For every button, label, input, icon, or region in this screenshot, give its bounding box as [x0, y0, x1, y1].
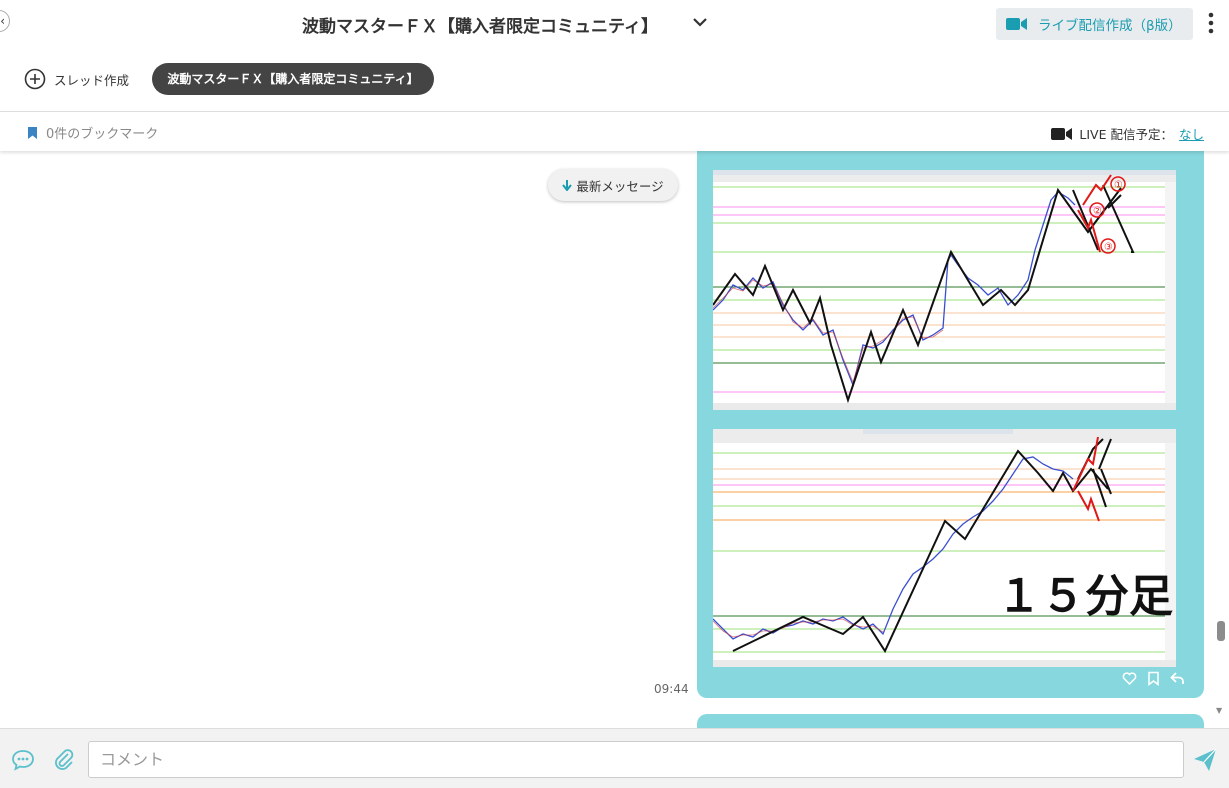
composer-bar [0, 728, 1229, 788]
chart-screenshot-1[interactable]: ① ② ③ [713, 170, 1176, 410]
live-create-label: ライブ配信作成（β版） [1038, 18, 1182, 34]
chart-screenshot-2[interactable]: １５分足 [713, 429, 1176, 667]
top-header: ‹ 波動マスターＦＸ【購入者限定コミュニティ】 ライブ配信作成（β版） [0, 0, 1229, 46]
community-title[interactable]: 波動マスターＦＸ【購入者限定コミュニティ】 [302, 12, 658, 37]
kebab-menu-icon[interactable] [1205, 12, 1217, 34]
message-area[interactable]: 最新メッセージ ① ② ③ １５分足 09:44 ▼ [0, 151, 1229, 728]
back-icon[interactable]: ‹ [0, 10, 10, 32]
chart-image: １５分足 [713, 429, 1176, 667]
chart-image: ① ② ③ [713, 170, 1176, 410]
message-bubble-next [697, 714, 1204, 728]
arrow-down-icon [562, 179, 573, 191]
bookmark-outline-icon[interactable] [1146, 671, 1161, 687]
chevron-down-icon[interactable] [690, 12, 710, 32]
heart-icon[interactable] [1122, 671, 1137, 686]
video-camera-icon [1006, 18, 1027, 30]
scrollbar-thumb[interactable] [1217, 621, 1225, 641]
reply-icon[interactable] [1170, 671, 1185, 686]
plus-circle-icon [24, 68, 46, 90]
message-actions [1122, 671, 1185, 687]
message-timestamp: 09:44 [654, 682, 689, 696]
video-camera-icon [1051, 127, 1073, 140]
new-thread-button[interactable]: スレッド作成 [24, 68, 129, 90]
live-schedule-link[interactable]: なし [1179, 124, 1204, 143]
annotation-label-1: ① [1114, 180, 1123, 191]
chat-bubble-icon[interactable] [11, 749, 35, 771]
bookmark-bar: 0件のブックマーク LIVE 配信予定： なし [0, 113, 1229, 151]
bookmark-count-label: 0件のブックマーク [46, 127, 159, 142]
send-icon[interactable] [1192, 747, 1218, 773]
thread-tab-active[interactable]: 波動マスターＦＸ【購入者限定コミュニティ】 [152, 63, 434, 95]
live-schedule-label: LIVE 配信予定： [1079, 127, 1173, 142]
latest-messages-label: 最新メッセージ [576, 178, 664, 194]
comment-input[interactable] [88, 741, 1184, 778]
live-schedule: LIVE 配信予定： なし [1051, 124, 1204, 143]
live-create-button[interactable]: ライブ配信作成（β版） [996, 8, 1193, 40]
paperclip-icon[interactable] [52, 748, 76, 772]
annotation-label-3: ③ [1104, 242, 1113, 253]
bookmark-icon [28, 126, 37, 139]
annotation-label-2: ② [1093, 206, 1102, 217]
latest-messages-button[interactable]: 最新メッセージ [548, 169, 678, 201]
bookmark-count-button[interactable]: 0件のブックマーク [27, 123, 158, 142]
chat-app: ‹ 波動マスターＦＸ【購入者限定コミュニティ】 ライブ配信作成（β版） スレッド… [0, 0, 1229, 788]
scroll-down-icon[interactable]: ▼ [1216, 706, 1222, 715]
thread-bar: スレッド作成 波動マスターＦＸ【購入者限定コミュニティ】 [0, 46, 1229, 112]
chart-caption: １５分足 [997, 572, 1173, 621]
new-thread-label: スレッド作成 [54, 72, 130, 88]
